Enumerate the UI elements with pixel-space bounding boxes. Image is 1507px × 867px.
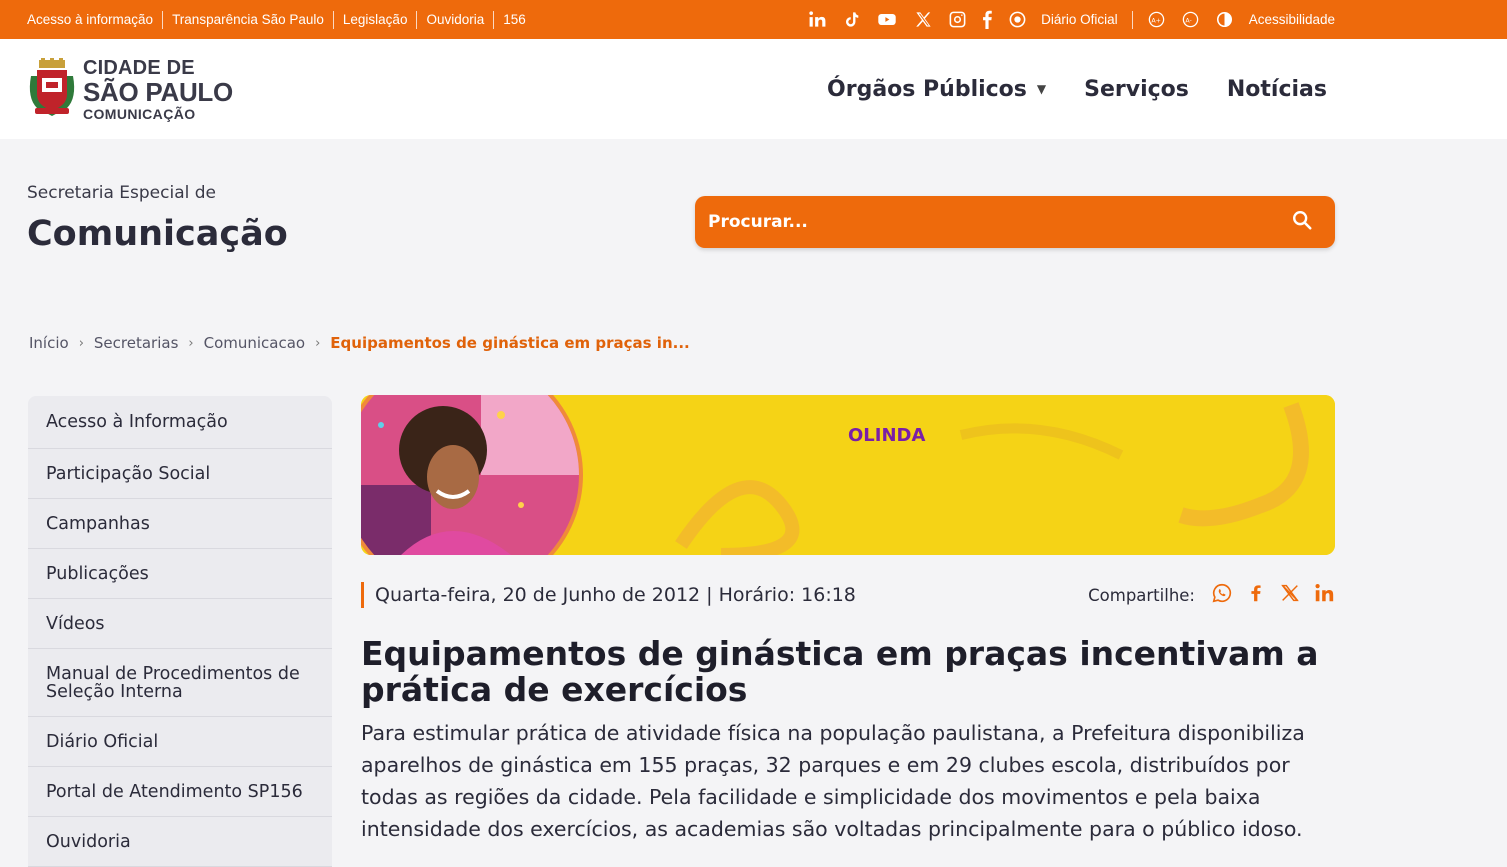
article-body: Para estimular prática de atividade físi… [361,721,1305,841]
instagram-icon[interactable] [947,10,967,30]
x-twitter-icon[interactable] [913,10,933,30]
breadcrumb-secretarias[interactable]: Secretarias [94,334,178,352]
linkedin-icon[interactable] [807,10,827,30]
sidebar-item-ouvidoria[interactable]: Ouvidoria [28,817,332,867]
section-kicker: Secretaria Especial de [27,183,217,203]
sidebar-item-label: Vídeos [46,613,105,634]
sidebar-item-label: Manual de Procedimentos de Seleção Inter… [46,663,300,702]
top-utility-bar: Acesso à informação Transparência São Pa… [0,0,1507,39]
search-box [695,196,1335,248]
sidebar-item-manual-procedimentos[interactable]: Manual de Procedimentos de Seleção Inter… [28,649,332,717]
site-logo[interactable]: CIDADE DE SÃO PAULO COMUNICAÇÃO [27,58,233,121]
sidebar-item-label: Diário Oficial [46,731,159,752]
social-and-accessibility: Diário Oficial A+ A- Acessibilidade [807,10,1335,30]
link-transparencia[interactable]: Transparência São Paulo [162,10,333,29]
city-crest-icon [29,58,75,116]
banner-text: OLINDA [848,425,925,446]
facebook-share-icon[interactable] [1245,582,1267,608]
sidebar-item-videos[interactable]: Vídeos [28,599,332,649]
sidebar-item-portal-sp156[interactable]: Portal de Atendimento SP156 [28,767,332,817]
sidebar-item-acesso-informacao[interactable]: Acesso à Informação [28,396,332,449]
link-156[interactable]: 156 [493,10,535,29]
svg-text:A+: A+ [1152,17,1162,24]
link-legislacao[interactable]: Legislação [332,10,417,29]
article-meta: Quarta-feira, 20 de Junho de 2012 | Horá… [361,582,1335,608]
sidebar-item-campanhas[interactable]: Campanhas [28,499,332,549]
sidebar-item-participacao-social[interactable]: Participação Social [28,449,332,499]
divider [1131,10,1133,29]
linkedin-share-icon[interactable] [1313,582,1335,608]
carnival-banner-illustration: OLINDA [361,395,1335,555]
tiktok-icon[interactable] [841,10,861,30]
font-decrease-icon[interactable]: A- [1181,10,1201,30]
site-header: CIDADE DE SÃO PAULO COMUNICAÇÃO Órgãos P… [0,39,1507,139]
utility-links: Acesso à informação Transparência São Pa… [27,10,535,29]
sidebar-item-label: Campanhas [46,513,150,534]
logo-line-1: CIDADE DE [83,56,195,79]
link-ouvidoria[interactable]: Ouvidoria [416,10,493,29]
sidebar-item-label: Publicações [46,563,149,584]
sidebar-item-label: Portal de Atendimento SP156 [46,781,303,802]
logo-line-2: SÃO PAULO [83,76,233,107]
article-date: Quarta-feira, 20 de Junho de 2012 | Horá… [361,582,856,608]
search-icon[interactable] [1291,209,1313,235]
sidebar-item-label: Ouvidoria [46,831,131,852]
breadcrumb-current: Equipamentos de ginástica em praças in..… [330,334,690,352]
whatsapp-icon[interactable] [1211,582,1233,608]
link-acesso-informacao[interactable]: Acesso à informação [27,11,162,29]
nav-servicos[interactable]: Serviços [1084,77,1189,102]
sidebar-item-publicacoes[interactable]: Publicações [28,549,332,599]
sidebar-item-label: Acesso à Informação [46,412,228,432]
nav-noticias[interactable]: Notícias [1227,77,1327,102]
chevron-right-icon: › [188,335,194,351]
diario-oficial-link[interactable]: Diário Oficial [1041,12,1118,27]
sidebar-item-diario-oficial[interactable]: Diário Oficial [28,717,332,767]
x-twitter-share-icon[interactable] [1279,582,1301,608]
section-title: Comunicação [27,214,288,254]
chevron-down-icon: ▼ [1036,82,1047,96]
main-navigation: Órgãos Públicos ▼ Serviços Notícias [827,77,1327,102]
accessibility-link[interactable]: Acessibilidade [1249,12,1335,27]
diario-oficial-crest-icon [1007,10,1027,30]
nav-orgaos-publicos[interactable]: Órgãos Públicos ▼ [827,77,1046,102]
chevron-right-icon: › [78,335,84,351]
sidebar-menu: Acesso à Informação Participação Social … [28,396,332,867]
article-banner-image: OLINDA [361,395,1335,555]
sidebar-item-label: Participação Social [46,463,211,484]
breadcrumb: Início › Secretarias › Comunicacao › Equ… [29,334,690,352]
youtube-icon[interactable] [875,10,899,30]
chevron-right-icon: › [315,335,321,351]
breadcrumb-comunicacao[interactable]: Comunicacao [204,334,306,352]
article-title: Equipamentos de ginástica em praças ince… [361,634,1319,709]
share-label: Compartilhe: [1088,585,1195,605]
nav-servicos-label: Serviços [1084,76,1189,102]
share-bar: Compartilhe: [1088,582,1335,608]
section-hero: Secretaria Especial de Comunicação [0,139,1507,339]
logo-line-3: COMUNICAÇÃO [83,105,196,122]
breadcrumb-inicio[interactable]: Início [29,334,69,352]
svg-text:A-: A- [1186,17,1192,24]
font-increase-icon[interactable]: A+ [1147,10,1167,30]
search-input[interactable] [708,212,1228,232]
facebook-icon[interactable] [981,10,993,30]
nav-noticias-label: Notícias [1226,76,1327,102]
contrast-icon[interactable] [1215,10,1235,30]
nav-orgaos-publicos-label: Órgãos Públicos [827,76,1027,102]
